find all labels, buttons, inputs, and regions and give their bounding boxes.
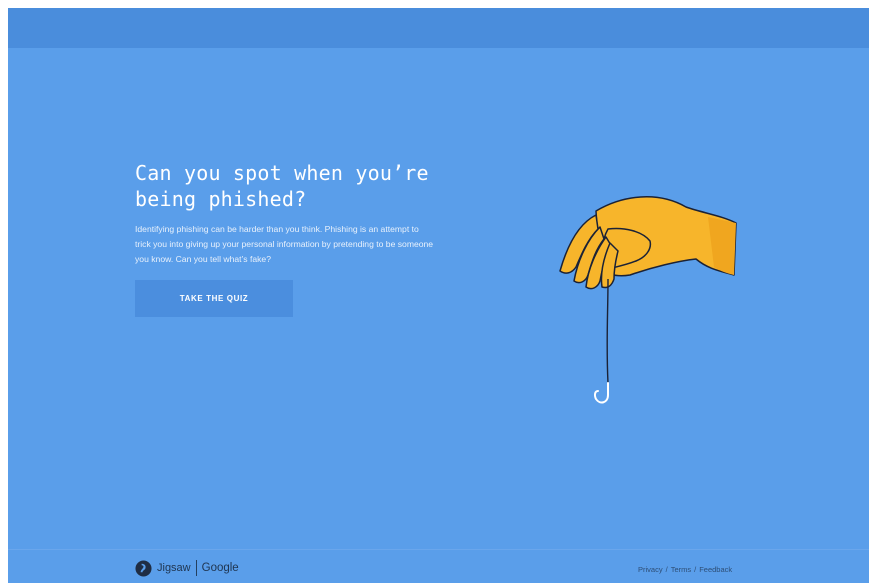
google-wordmark: Google: [201, 562, 239, 574]
fishing-hook: [593, 382, 609, 404]
privacy-link[interactable]: Privacy: [638, 565, 663, 574]
hand-holding-hook-icon: [559, 196, 737, 404]
footer-brand[interactable]: Jigsaw Google: [135, 559, 239, 577]
take-the-quiz-button[interactable]: TAKE THE QUIZ: [135, 280, 293, 317]
fishing-line: [606, 278, 609, 384]
link-separator: /: [694, 565, 697, 574]
hero-description: Identifying phishing can be harder than …: [135, 224, 434, 264]
footer: Jigsaw Google Privacy / Terms / Feedback: [8, 549, 869, 583]
link-separator: /: [665, 565, 668, 574]
jigsaw-wordmark: Jigsaw: [157, 562, 191, 574]
footer-links: Privacy / Terms / Feedback: [638, 565, 732, 574]
jigsaw-logo-icon: [135, 559, 152, 577]
top-bar: [8, 8, 869, 48]
hero-title: Can you spot when you’re being phished?: [135, 161, 429, 211]
feedback-link[interactable]: Feedback: [699, 565, 732, 574]
brand-divider: [195, 560, 197, 576]
page-frame: Can you spot when you’re being phished? …: [8, 8, 869, 583]
terms-link[interactable]: Terms: [671, 565, 691, 574]
